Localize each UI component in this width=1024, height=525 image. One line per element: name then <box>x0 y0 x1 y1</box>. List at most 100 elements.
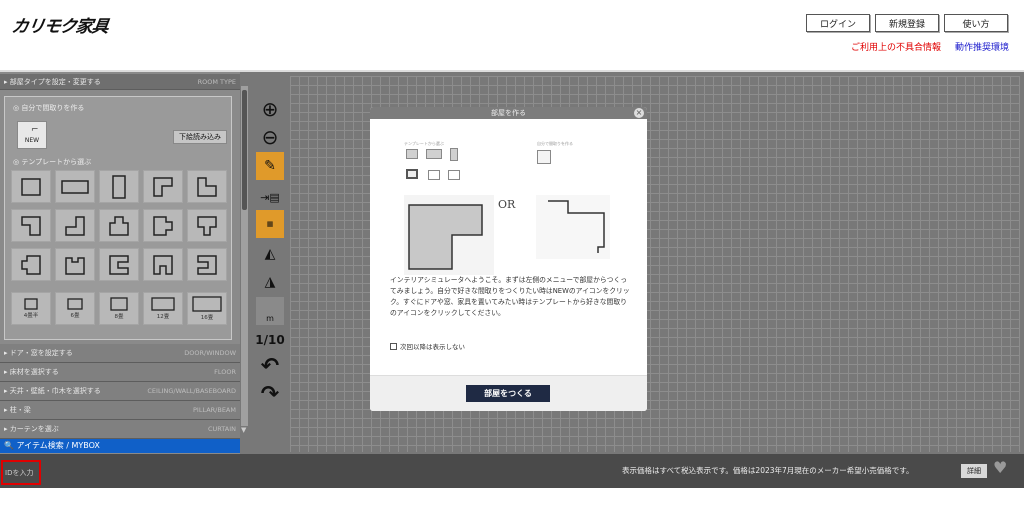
redo-icon[interactable]: ↷ <box>256 380 284 408</box>
section-curtain[interactable]: ▸ カーテンを選ぶ CURTAIN <box>0 420 240 439</box>
template-t1-icon <box>109 215 129 236</box>
mini-square-icon <box>406 149 418 159</box>
pencil-icon[interactable]: ✎ <box>256 152 284 180</box>
template-l2[interactable] <box>187 170 227 203</box>
template-size-16-icon <box>192 296 222 312</box>
room-type-panel: ◎ 自分で間取りを作る ⌐ NEW 下絵読み込み ◎ テンプレートから選ぶ 4畳… <box>4 96 232 340</box>
sidebar-sections: ▸ ドア・窓を設定する DOOR/WINDOW ▸ 床材を選択する FLOOR ▸ … <box>0 344 240 439</box>
mini-new-icon <box>537 150 551 164</box>
mini-tall-icon <box>450 148 458 161</box>
template-wide-icon <box>61 179 89 194</box>
template-caption: テンプレートから選ぶ <box>404 141 444 146</box>
template-size-8-icon <box>110 297 128 311</box>
template-wide[interactable] <box>55 170 95 203</box>
trace-load-button[interactable]: 下絵読み込み <box>173 130 227 144</box>
register-button[interactable]: 新規登録 <box>875 14 939 32</box>
section-floor-en: FLOOR <box>214 368 236 376</box>
template-l3-icon <box>21 215 41 236</box>
size-label: 12畳 <box>156 314 170 320</box>
modal-header: 部屋を作る × <box>370 107 647 119</box>
dont-show-checkbox[interactable] <box>390 342 397 350</box>
section-ceiling-wall-label: ▸ 天井・壁紙・巾木を選択する <box>4 387 101 395</box>
mirror-vertical-icon[interactable]: ◭ <box>256 240 284 268</box>
heart-icon[interactable]: ♥ <box>993 458 1007 477</box>
self-make-label: ◎ 自分で間取りを作る <box>13 104 85 112</box>
template-c1[interactable] <box>11 248 51 281</box>
create-room-button[interactable]: 部屋をつくる <box>466 385 550 402</box>
bug-info-link[interactable]: ご利用上の不具合情報 <box>851 40 941 53</box>
template-size-6[interactable]: 6畳 <box>55 292 95 325</box>
template-u3[interactable] <box>143 248 183 281</box>
template-square[interactable] <box>11 170 51 203</box>
grid-m-icon[interactable]: m <box>256 297 284 325</box>
section-door-window[interactable]: ▸ ドア・窓を設定する DOOR/WINDOW <box>0 344 240 363</box>
template-size-4-5[interactable]: 4畳半 <box>11 292 51 325</box>
template-tall[interactable] <box>99 170 139 203</box>
close-icon[interactable]: × <box>634 108 644 118</box>
template-u2[interactable] <box>99 248 139 281</box>
scroll-down-icon[interactable]: ▼ <box>241 426 246 434</box>
template-tall-icon <box>112 174 126 199</box>
template-u4[interactable] <box>187 248 227 281</box>
new-room-label: NEW <box>24 137 40 144</box>
section-floor[interactable]: ▸ 床材を選択する FLOOR <box>0 363 240 382</box>
template-l4[interactable] <box>55 209 95 242</box>
price-notice: 表示価格はすべて税込表示です。価格は2023年7月現在のメーカー希望小売価格です… <box>622 466 914 475</box>
mini-l2-icon <box>428 170 440 180</box>
zoom-in-icon[interactable]: ⊕ <box>256 95 284 123</box>
room-size-icon[interactable]: ▦ <box>256 210 284 238</box>
template-t3[interactable] <box>187 209 227 242</box>
template-l1-icon <box>153 176 173 197</box>
section-ceiling-wall[interactable]: ▸ 天井・壁紙・巾木を選択する CEILING/WALL/BASEBOARD <box>0 382 240 401</box>
template-u2-icon <box>109 254 129 275</box>
logo[interactable]: カリモク家具 <box>10 12 110 37</box>
footer-bar: IDを入力 表示価格はすべて税込表示です。価格は2023年7月現在のメーカー希望… <box>0 454 1024 488</box>
modal-body: テンプレートから選ぶ OR 自分で間取りを作る インテリアシミュレータへようこそ… <box>370 119 647 375</box>
template-t2-icon <box>153 215 173 236</box>
template-preview-plan <box>404 195 494 275</box>
new-room-pencil-icon: ⌐ <box>31 125 39 135</box>
size-label: 16畳 <box>200 315 214 321</box>
sidebar-scroll-thumb[interactable] <box>242 90 247 210</box>
section-ceiling-wall-en: CEILING/WALL/BASEBOARD <box>147 387 236 395</box>
mirror-horizontal-icon[interactable]: ◮ <box>256 268 284 296</box>
detail-button[interactable]: 詳細 <box>961 464 987 478</box>
new-room-button[interactable]: ⌐ NEW <box>17 121 47 149</box>
dont-show-label: 次回以降は表示しない <box>400 343 465 351</box>
zoom-out-icon[interactable]: ⊖ <box>256 123 284 151</box>
scale-text: 1/10 <box>255 333 285 347</box>
mini-wide-icon <box>426 149 442 159</box>
self-preview-plan <box>536 195 610 259</box>
env-link[interactable]: 動作推奨環境 <box>955 40 1009 53</box>
template-l3[interactable] <box>11 209 51 242</box>
section-room-type[interactable]: ▸ 部屋タイプを設定・変更する ROOM TYPE <box>0 74 240 90</box>
template-l1[interactable] <box>143 170 183 203</box>
mini-l-selected-icon <box>406 169 418 179</box>
howto-button[interactable]: 使い方 <box>944 14 1008 32</box>
create-room-modal: 部屋を作る × テンプレートから選ぶ OR 自分で間取りを作る インテリアシミュ… <box>370 107 647 411</box>
template-l4-icon <box>65 215 85 236</box>
section-pillar-beam-en: PILLAR/BEAM <box>192 406 236 414</box>
item-search-mybox[interactable]: 🔍 アイテム検索 / MYBOX <box>0 439 240 453</box>
template-size-12[interactable]: 12畳 <box>143 292 183 325</box>
template-u1[interactable] <box>55 248 95 281</box>
template-square-icon <box>21 177 41 196</box>
dont-show-again[interactable]: 次回以降は表示しない <box>390 341 465 351</box>
self-caption: 自分で間取りを作る <box>537 141 573 146</box>
measure-icon[interactable]: ⇥▤ <box>256 183 284 211</box>
template-size-16[interactable]: 16畳 <box>187 292 227 325</box>
template-u1-icon <box>65 256 85 275</box>
template-size-6-icon <box>67 298 83 310</box>
undo-icon[interactable]: ↶ <box>256 352 284 380</box>
id-input[interactable]: IDを入力 <box>5 468 33 478</box>
id-input-highlight[interactable]: IDを入力 <box>1 460 41 485</box>
section-pillar-beam[interactable]: ▸ 柱・梁 PILLAR/BEAM <box>0 401 240 420</box>
template-size-8[interactable]: 8畳 <box>99 292 139 325</box>
login-button[interactable]: ログイン <box>806 14 870 32</box>
template-t1[interactable] <box>99 209 139 242</box>
template-t2[interactable] <box>143 209 183 242</box>
section-room-type-label: ▸ 部屋タイプを設定・変更する <box>4 77 101 86</box>
section-room-type-en: ROOM TYPE <box>197 77 236 86</box>
item-search-label: アイテム検索 / MYBOX <box>16 441 100 450</box>
scale-icon[interactable]: 1/10 <box>255 326 285 354</box>
